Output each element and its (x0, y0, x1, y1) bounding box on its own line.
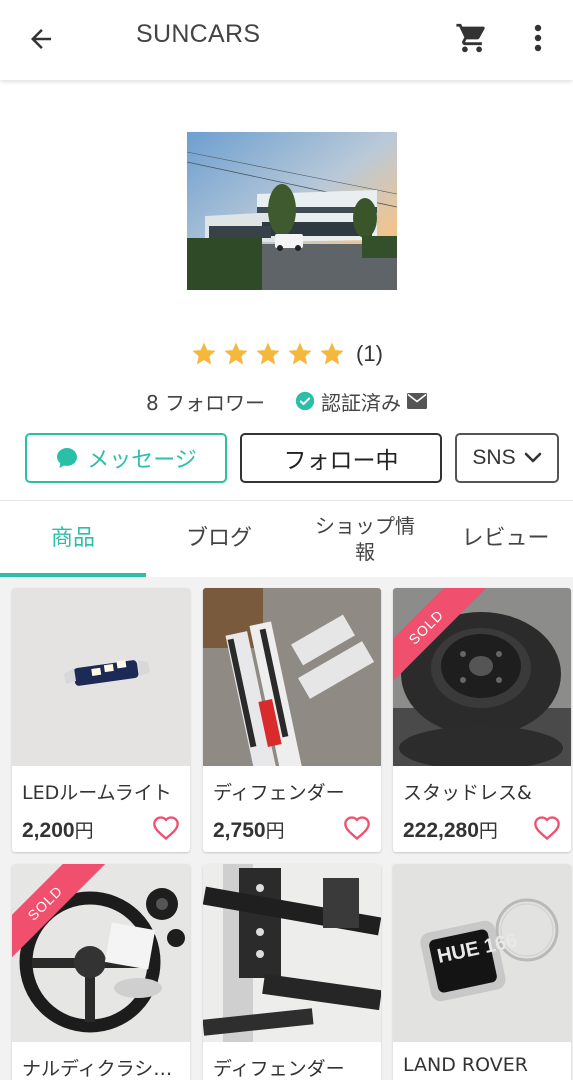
arrow-left-icon (31, 29, 51, 49)
product-card[interactable]: ディフェンダー 2,750円 (203, 588, 381, 852)
star-icon (192, 342, 216, 365)
tab-label: 商品 (50, 525, 95, 551)
product-image (203, 864, 381, 1042)
check-circle-icon (295, 391, 315, 411)
rating-count[interactable]: (1) (356, 341, 383, 367)
star-icon (288, 342, 312, 365)
product-card[interactable]: SOLD ナルディクラシック (12, 864, 190, 1080)
product-name: LAND ROVER (403, 1054, 528, 1076)
chat-bubble-icon (57, 448, 78, 468)
cart-button[interactable] (450, 16, 494, 60)
verified-badge: 認証済み (295, 387, 428, 416)
price-currency: 円 (478, 820, 498, 842)
app-bar: SUNCARS (0, 0, 573, 80)
message-button[interactable]: メッセージ (25, 433, 227, 483)
product-card[interactable]: LEDルームライト 2,200円 (12, 588, 190, 852)
price-value: 222,280 (403, 819, 479, 842)
shop-photo (187, 132, 397, 290)
product-card[interactable]: ディフェンダー (203, 864, 381, 1080)
product-image (203, 588, 381, 766)
mail-icon (407, 393, 428, 409)
product-name: スタッドレス& (403, 782, 532, 804)
product-price: 2,200円 (22, 816, 94, 843)
more-menu-button[interactable] (518, 16, 558, 60)
star-icon (256, 342, 280, 365)
product-image: SOLD (393, 588, 571, 766)
cart-icon (456, 23, 485, 53)
price-value: 2,750 (213, 819, 266, 842)
product-card[interactable]: SOLD スタッドレス& 222,280円 (393, 588, 571, 852)
product-name: ディフェンダー (213, 1058, 345, 1080)
product-image (12, 588, 190, 766)
tab-reviews[interactable]: レビュー (438, 501, 573, 577)
product-name: ナルディクラシック (22, 1058, 184, 1080)
follow-button[interactable]: フォロー中 (240, 433, 442, 483)
tab-products[interactable]: 商品 (0, 501, 146, 577)
sns-dropdown[interactable]: SNS (455, 433, 559, 483)
shop-rating: (1) (0, 336, 573, 372)
product-name: ディフェンダー (213, 782, 345, 804)
product-price: 222,280円 (403, 816, 498, 843)
product-price: 2,750円 (213, 816, 285, 843)
shop-meta: 8 フォロワー 認証済み (0, 384, 573, 418)
verified-label: 認証済み (321, 390, 402, 415)
tab-blog[interactable]: ブログ (146, 501, 292, 577)
heart-icon[interactable] (152, 814, 180, 842)
heart-icon[interactable] (533, 814, 561, 842)
more-vertical-icon (534, 24, 542, 52)
chevron-down-icon (524, 452, 541, 463)
tab-shop-info[interactable]: ショップ情 報 (292, 501, 438, 577)
sns-label: SNS (472, 446, 516, 469)
shop-title: SUNCARS (136, 20, 261, 48)
follow-label: フォロー中 (283, 448, 399, 474)
tab-label: ブログ (185, 525, 252, 551)
star-icon (224, 342, 248, 365)
price-currency: 円 (265, 820, 285, 842)
heart-icon[interactable] (343, 814, 371, 842)
product-card[interactable]: HUE 166 LAND ROVER (393, 864, 571, 1080)
shop-actions: メッセージ フォロー中 SNS (25, 433, 560, 483)
product-grid: LEDルームライト 2,200円 ディフェンダー 2,750円 SOLD スタッ… (0, 577, 573, 1080)
tab-label: レビュー (461, 525, 550, 551)
price-currency: 円 (74, 820, 94, 842)
back-button[interactable] (20, 18, 62, 60)
tab-label: ショップ情 報 (315, 514, 415, 564)
shop-tabs: 商品 ブログ ショップ情 報 レビュー (0, 500, 573, 577)
product-image: SOLD (12, 864, 190, 1042)
follower-count[interactable]: 8 フォロワー (146, 387, 265, 416)
product-image: HUE 166 (393, 864, 571, 1042)
star-icon (320, 342, 344, 365)
message-label: メッセージ (87, 448, 197, 473)
price-value: 2,200 (22, 819, 75, 842)
product-name: LEDルームライト (22, 782, 172, 804)
